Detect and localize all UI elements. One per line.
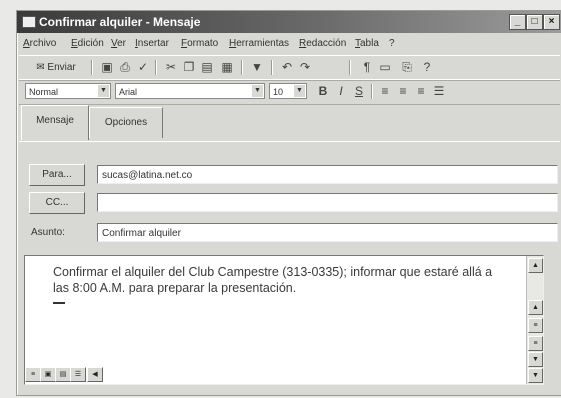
- bold-icon[interactable]: B: [315, 84, 331, 99]
- help-icon[interactable]: ?: [419, 60, 435, 75]
- message-body[interactable]: Confirmar el alquiler del Club Campestre…: [24, 255, 544, 385]
- to-button[interactable]: Para...: [29, 164, 85, 186]
- send-button[interactable]: ✉ Enviar: [25, 59, 87, 76]
- cc-field[interactable]: [97, 193, 558, 212]
- chevron-down-icon[interactable]: ▼: [294, 85, 305, 97]
- copy-icon[interactable]: ❐: [181, 60, 197, 75]
- address-book-icon[interactable]: ▦: [219, 60, 235, 75]
- menu-insertar[interactable]: Insertar: [135, 38, 169, 49]
- formatting-toolbar: Normal ▼ Arial ▼ 10 ▼ B I S ≡ ≡ ≡ ☰: [19, 79, 560, 105]
- send-icon: ✉: [36, 62, 45, 73]
- subject-label: Asunto:: [31, 227, 65, 238]
- scroll-down-icon[interactable]: ▼: [528, 352, 543, 367]
- toolbar-separator: [241, 60, 243, 75]
- menu-ver[interactable]: Ver: [111, 38, 126, 49]
- align-center-icon[interactable]: ≡: [395, 84, 411, 99]
- window-title: Confirmar alquiler - Mensaje: [39, 15, 201, 29]
- normal-view-icon[interactable]: ≡: [25, 367, 41, 382]
- maximize-button[interactable]: □: [526, 14, 543, 30]
- toolbar-separator: [271, 60, 273, 75]
- page-up-icon[interactable]: ≡: [528, 318, 543, 333]
- font-value: Arial: [119, 87, 138, 97]
- align-right-icon[interactable]: ≡: [413, 84, 429, 99]
- style-value: Normal: [29, 87, 59, 97]
- print-icon[interactable]: ⎙: [117, 60, 133, 75]
- subject-field[interactable]: Confirmar alquiler: [97, 223, 558, 242]
- print-view-icon[interactable]: ▤: [55, 367, 71, 382]
- page-down-icon[interactable]: ≡: [528, 336, 543, 351]
- save-icon[interactable]: ▣: [99, 60, 115, 75]
- tab-mensaje[interactable]: Mensaje: [21, 105, 89, 140]
- toolbar-separator: [349, 60, 351, 75]
- chevron-down-icon[interactable]: ▼: [98, 85, 109, 97]
- toolbar-separator: [91, 60, 93, 75]
- title-bar[interactable]: Confirmar alquiler - Mensaje _ □ ×: [17, 11, 561, 33]
- menu-archivo[interactable]: Archivo: [23, 38, 56, 49]
- cut-icon[interactable]: ✂: [163, 60, 179, 75]
- close-button[interactable]: ×: [543, 14, 560, 30]
- message-tabs: Mensaje Opciones: [19, 105, 560, 142]
- message-app-icon[interactable]: [22, 16, 36, 28]
- message-window: Confirmar alquiler - Mensaje _ □ × Archi…: [16, 10, 561, 396]
- importance-icon[interactable]: ▼: [249, 60, 265, 75]
- scroll-down-icon[interactable]: ▼: [528, 368, 543, 383]
- scroll-left-icon[interactable]: ◀: [87, 367, 103, 382]
- paste-icon[interactable]: ▤: [199, 60, 215, 75]
- menu-herramientas[interactable]: Herramientas: [229, 38, 289, 49]
- view-buttons: ≡ ▣ ▤ ☰ ◀: [25, 367, 135, 382]
- minimize-button[interactable]: _: [509, 14, 526, 30]
- redo-icon[interactable]: ↷: [297, 60, 313, 75]
- menu-help[interactable]: ?: [389, 38, 395, 49]
- menu-tabla[interactable]: Tabla: [355, 38, 379, 49]
- toolbar-separator: [155, 60, 157, 75]
- table-icon[interactable]: ▭: [377, 60, 393, 75]
- attach-icon[interactable]: ⎘: [399, 60, 415, 75]
- vertical-scrollbar[interactable]: ▲ ▲ ≡ ≡ ▼ ▼: [526, 256, 543, 384]
- message-body-text: Confirmar el alquiler del Club Campestre…: [53, 265, 493, 295]
- scroll-up-icon[interactable]: ▲: [528, 258, 543, 273]
- bullets-icon[interactable]: ☰: [431, 84, 447, 99]
- align-left-icon[interactable]: ≡: [377, 84, 393, 99]
- web-view-icon[interactable]: ▣: [40, 367, 56, 382]
- size-value: 10: [273, 87, 284, 97]
- menu-redaccion[interactable]: Redacción: [299, 38, 346, 49]
- font-select[interactable]: Arial ▼: [115, 83, 265, 99]
- underline-icon[interactable]: S: [351, 84, 367, 99]
- chevron-down-icon[interactable]: ▼: [252, 85, 263, 97]
- toolbar-separator: [371, 84, 373, 99]
- menu-edicion[interactable]: Edición: [71, 38, 104, 49]
- text-cursor: [53, 302, 65, 304]
- to-field[interactable]: sucas@latina.net.co: [97, 165, 558, 184]
- menu-bar: Archivo Edición Ver Insertar Formato Her…: [21, 36, 560, 54]
- undo-icon[interactable]: ↶: [279, 60, 295, 75]
- size-select[interactable]: 10 ▼: [269, 83, 307, 99]
- show-hide-icon[interactable]: ¶: [359, 60, 375, 75]
- italic-icon[interactable]: I: [333, 84, 349, 99]
- spelling-icon[interactable]: ✓: [135, 60, 151, 75]
- send-label: Enviar: [47, 62, 76, 73]
- tab-opciones[interactable]: Opciones: [89, 107, 163, 138]
- style-select[interactable]: Normal ▼: [25, 83, 111, 99]
- scroll-up-icon[interactable]: ▲: [528, 300, 543, 315]
- outline-view-icon[interactable]: ☰: [70, 367, 86, 382]
- menu-formato[interactable]: Formato: [181, 38, 218, 49]
- cc-button[interactable]: CC...: [29, 192, 85, 214]
- standard-toolbar: ✉ Enviar ▣ ⎙ ✓ ✂ ❐ ▤ ▦ ▼ ↶ ↷ ¶ ▭ ⎘ ?: [19, 55, 560, 81]
